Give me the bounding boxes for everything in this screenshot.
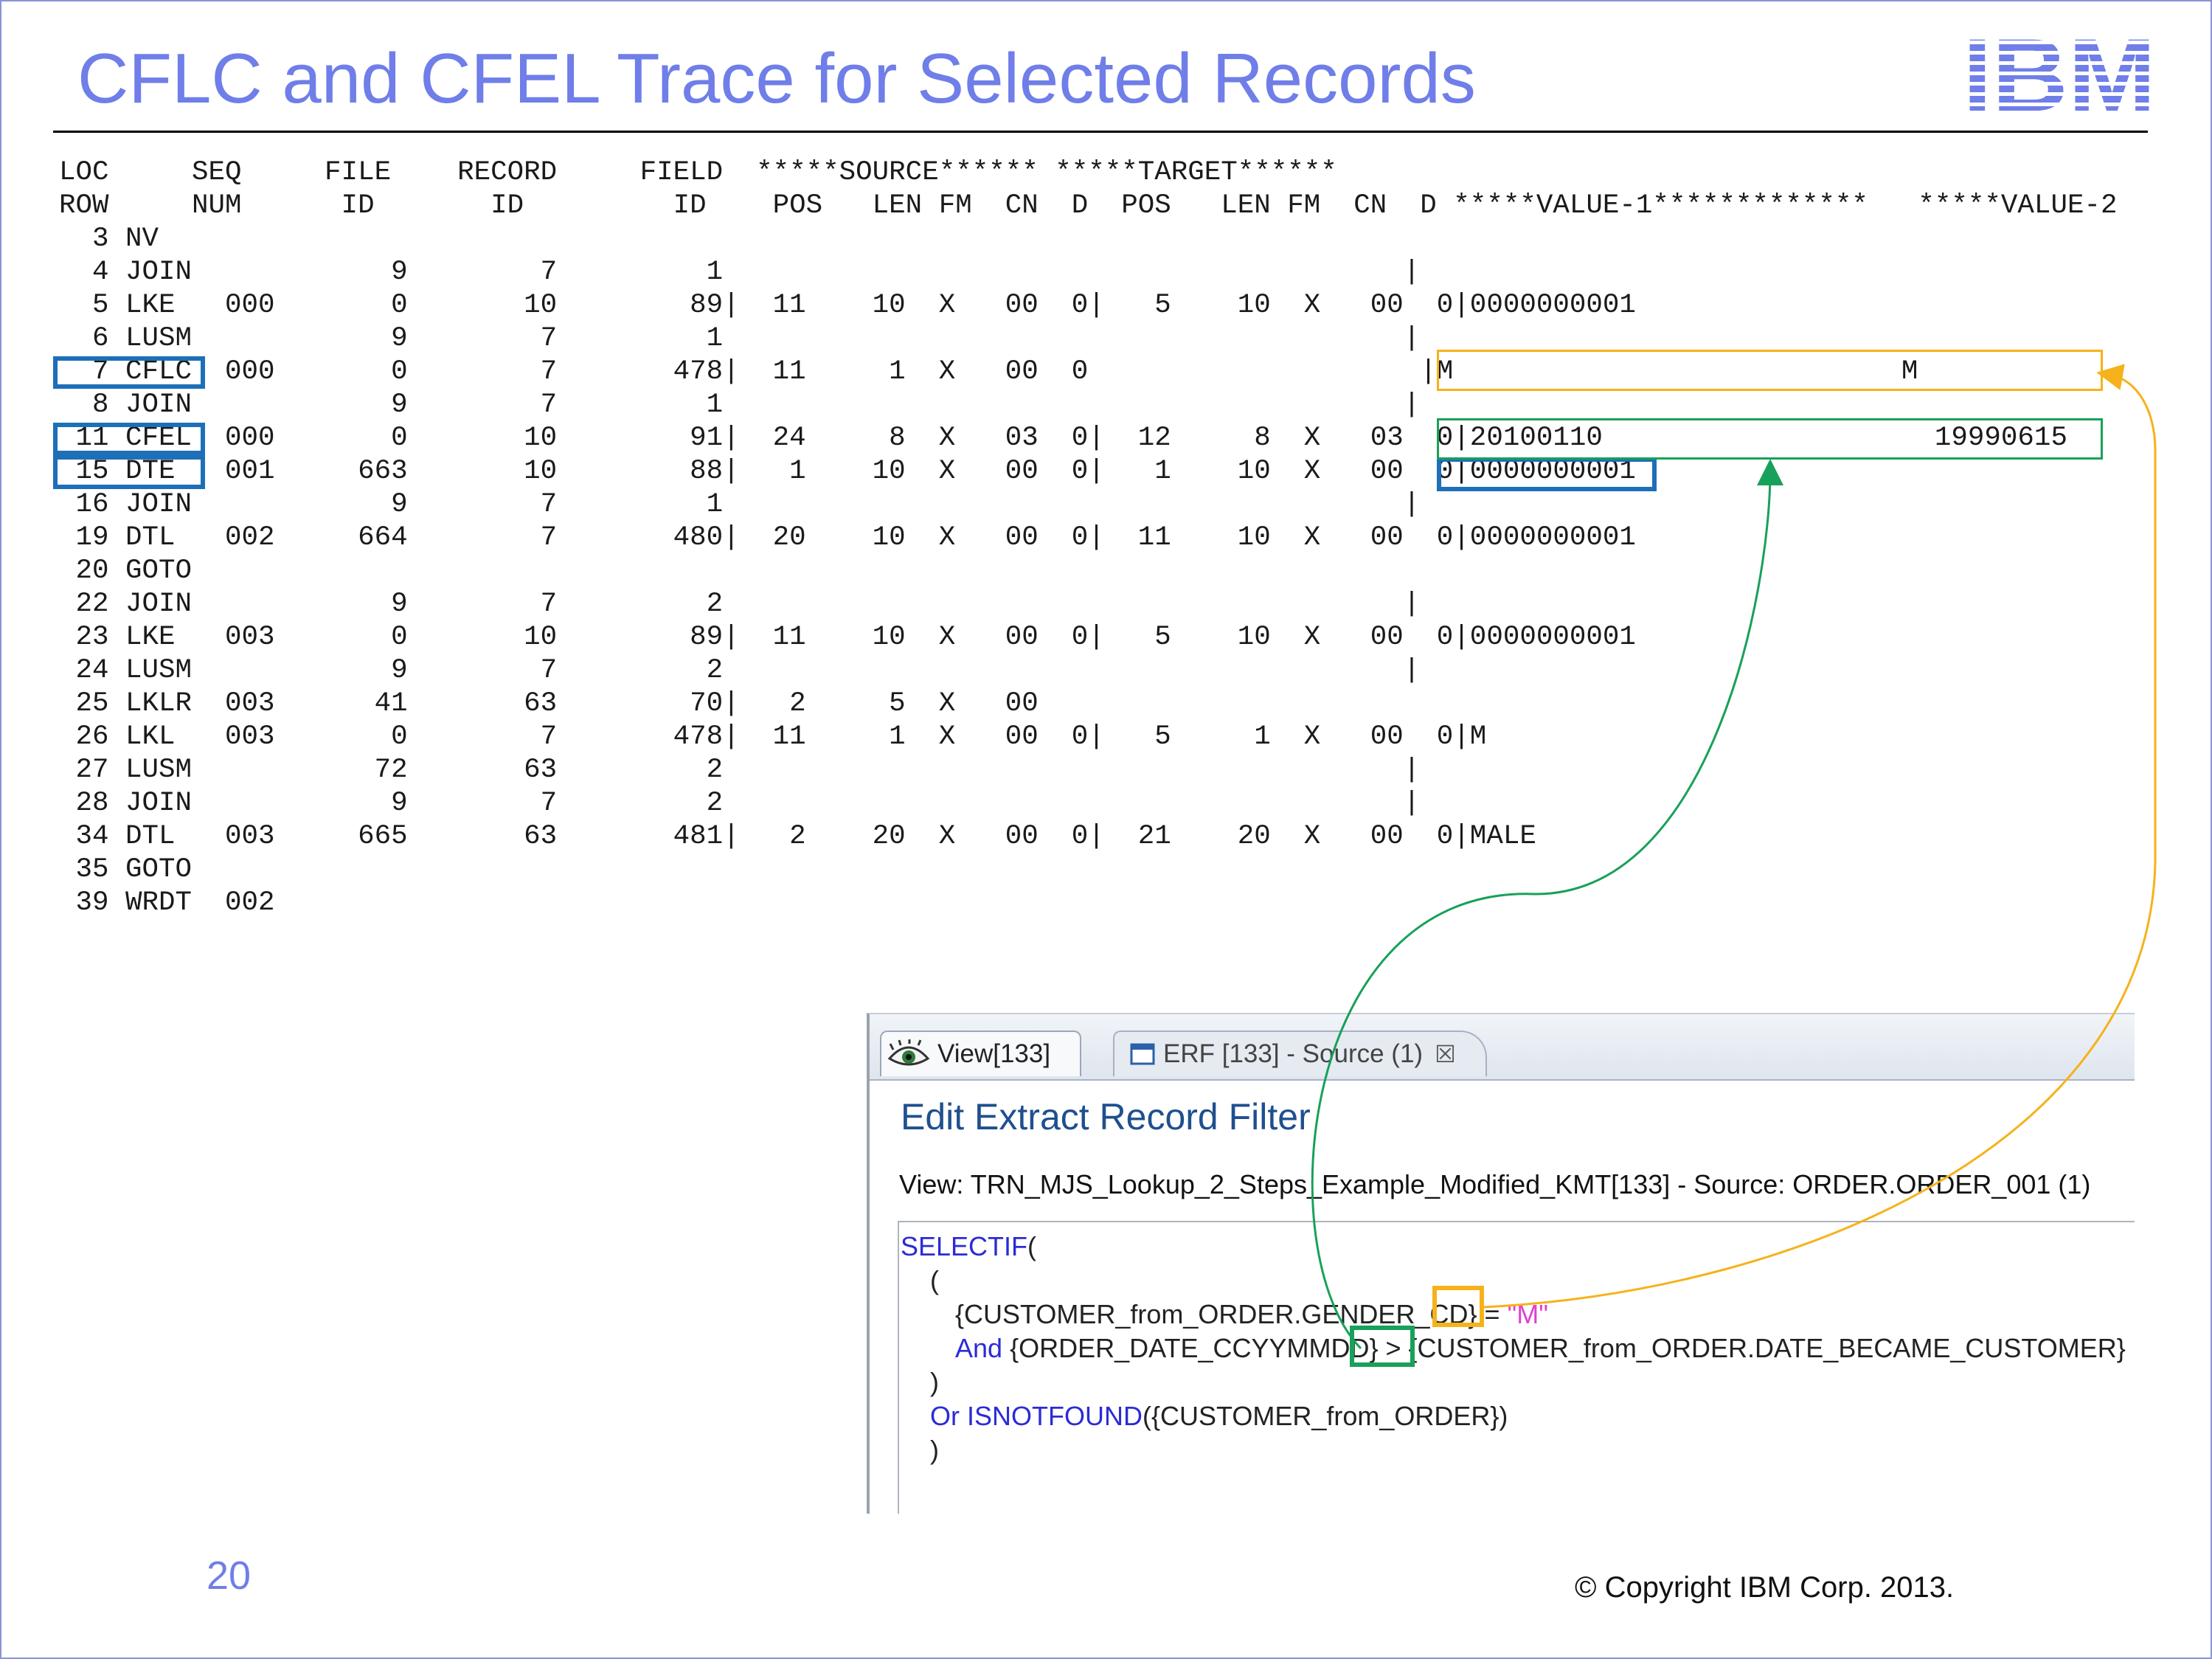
connector-arrows [1311,364,2157,1350]
copyright-notice: © Copyright IBM Corp. 2013. [1575,1571,1955,1604]
green-arrow [1311,459,1783,1350]
orange-arrow [1483,364,2157,1309]
page-number: 20 [207,1554,252,1598]
